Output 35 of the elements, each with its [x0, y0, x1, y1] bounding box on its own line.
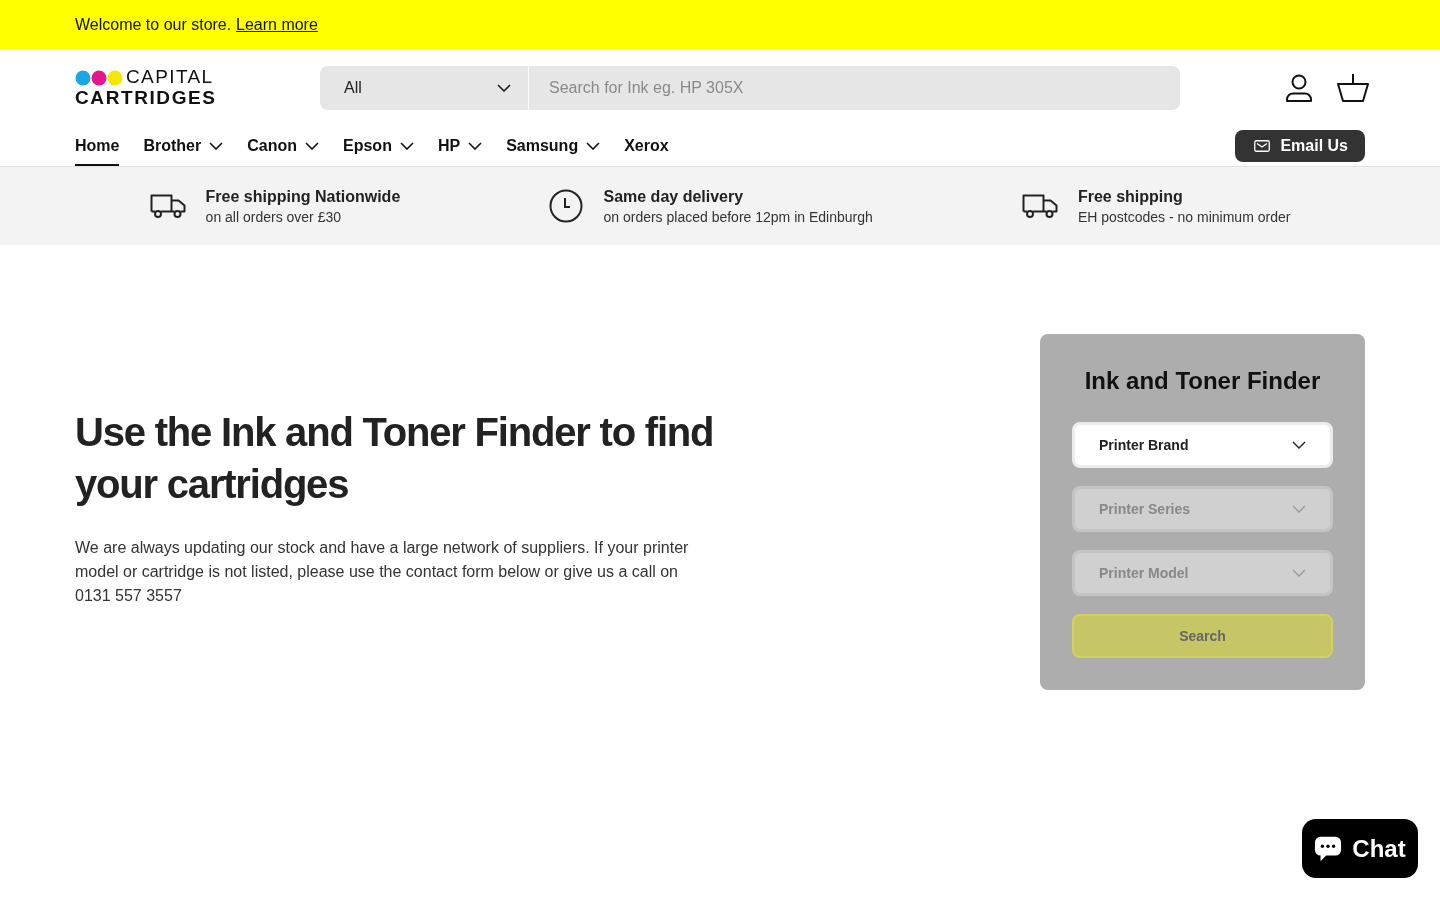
- ink-dots-icon: [75, 69, 123, 86]
- feature-subtitle: on all orders over £30: [205, 208, 342, 225]
- announcement-text: Welcome to our store.: [75, 16, 232, 34]
- basket-icon[interactable]: [1336, 73, 1370, 103]
- nav-link[interactable]: Samsung: [506, 134, 601, 166]
- account-icon[interactable]: [1284, 73, 1314, 103]
- nav-link[interactable]: HP: [437, 134, 483, 166]
- feature-title: Same day delivery: [603, 187, 745, 206]
- chat-button[interactable]: Chat: [1302, 819, 1418, 878]
- truck-icon: [149, 192, 186, 220]
- finder-title: Ink and Toner Finder: [1083, 366, 1322, 396]
- email-us-button[interactable]: Email Us: [1235, 130, 1365, 162]
- nav-link[interactable]: Xerox: [624, 134, 669, 166]
- chevron-down-icon: [1292, 441, 1306, 449]
- nav-link[interactable]: Epson: [343, 134, 414, 166]
- chevron-down-icon: [1292, 569, 1306, 577]
- feature-title: Free shipping Nationwide: [205, 187, 401, 206]
- store-logo[interactable]: CAPITAL CARTRIDGES: [75, 67, 217, 109]
- envelope-icon: [1254, 140, 1271, 152]
- chat-bubble-icon: [1314, 834, 1343, 863]
- feature-title: Free shipping: [1077, 187, 1184, 206]
- nav-link[interactable]: Brother: [143, 134, 224, 166]
- learn-more-link[interactable]: Learn more: [236, 16, 318, 34]
- truck-icon: [1021, 192, 1058, 220]
- chevron-down-icon: [1292, 505, 1306, 513]
- search-field[interactable]: Search for Ink eg. HP 305X: [529, 66, 1180, 110]
- chevron-down-icon: [497, 84, 511, 92]
- clock-icon: [549, 189, 584, 223]
- feature-subtitle: EH postcodes - no minimum order: [1077, 208, 1291, 225]
- hero-description: We are always updating our stock and have a large network of suppliers. If your printer model or cartridge is not listed, please use the contact form below or give us a call on 0131 557 3557: [75, 538, 690, 606]
- hero-heading: Use the Ink and Toner Finder to find your cartridges: [75, 409, 715, 508]
- nav-link[interactable]: Canon: [247, 134, 319, 166]
- feature-subtitle: on orders placed before 12pm in Edinburgh: [603, 208, 873, 225]
- printer-select[interactable]: Printer Brand: [1072, 422, 1333, 468]
- category-select[interactable]: All: [320, 66, 529, 110]
